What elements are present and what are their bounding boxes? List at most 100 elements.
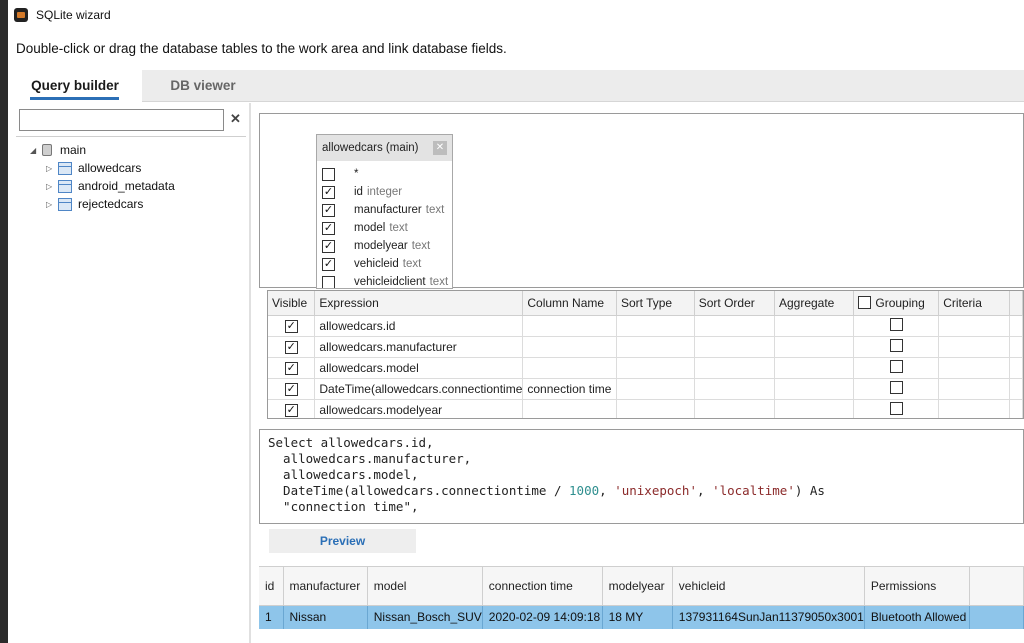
sql-editor[interactable]: Select allowedcars.id, allowedcars.manuf… xyxy=(259,429,1024,524)
criteria-cell[interactable] xyxy=(938,357,1011,379)
result-header-manufacturer[interactable]: manufacturer xyxy=(283,567,368,606)
result-header-model[interactable]: model xyxy=(367,567,483,606)
result-cell-vehicleid[interactable]: 137931164SunJan11379050x3001 xyxy=(672,605,865,629)
column-name-cell[interactable]: connection time xyxy=(522,378,617,400)
column-header-visible[interactable]: Visible xyxy=(268,291,316,316)
column-header-aggregate[interactable]: Aggregate xyxy=(774,291,855,316)
visible-checkbox[interactable]: ✓ xyxy=(284,320,298,333)
table-box-allowedcars[interactable]: allowedcars (main) ✕ * ✓ id integer ✓ ma… xyxy=(316,134,453,289)
expression-cell[interactable]: allowedcars.model xyxy=(314,357,524,379)
grouping-checkbox[interactable] xyxy=(889,401,903,415)
visible-cell[interactable]: ✓ xyxy=(268,357,316,379)
field-checkbox[interactable] xyxy=(322,167,335,181)
result-header-vehicleid[interactable]: vehicleid xyxy=(672,567,865,606)
sort-type-cell[interactable] xyxy=(616,399,695,418)
tree-item-main[interactable]: ◢ main xyxy=(30,142,86,158)
tree-item-allowedcars[interactable]: ▷ allowedcars xyxy=(46,160,141,176)
visible-checkbox[interactable]: ✓ xyxy=(284,383,298,396)
grouping-checkbox[interactable] xyxy=(889,380,903,394)
aggregate-cell[interactable] xyxy=(774,378,855,400)
table-row[interactable]: 1 Nissan Nissan_Bosch_SUV 2020-02-09 14:… xyxy=(259,605,1024,629)
expression-cell[interactable]: allowedcars.manufacturer xyxy=(314,336,524,358)
result-cell-connection-time[interactable]: 2020-02-09 14:09:18 xyxy=(482,605,603,629)
expression-cell[interactable]: DateTime(allowedcars.connectiontime xyxy=(314,378,524,400)
result-header-connection-time[interactable]: connection time xyxy=(482,567,603,606)
column-header-expression[interactable]: Expression xyxy=(314,291,524,316)
expression-cell[interactable]: allowedcars.id xyxy=(314,315,524,337)
result-cell-id[interactable]: 1 xyxy=(259,605,284,629)
criteria-cell[interactable] xyxy=(938,315,1011,337)
grouping-cell[interactable] xyxy=(853,378,940,400)
grouping-cell[interactable] xyxy=(853,336,940,358)
field-row-vehicleid[interactable]: ✓ vehicleid text xyxy=(317,255,452,273)
table-row[interactable]: ✓ allowedcars.id xyxy=(268,315,1023,337)
pane-splitter[interactable] xyxy=(249,103,251,643)
column-header-grouping[interactable]: Grouping xyxy=(853,291,940,316)
tab-query-builder[interactable]: Query builder xyxy=(8,70,142,102)
column-header-sort-order[interactable]: Sort Order xyxy=(694,291,775,316)
grouping-checkbox[interactable] xyxy=(889,317,903,331)
column-name-cell[interactable] xyxy=(522,357,617,379)
tab-db-viewer[interactable]: DB viewer xyxy=(153,70,253,102)
column-name-cell[interactable] xyxy=(522,315,617,337)
tree-item-rejectedcars[interactable]: ▷ rejectedcars xyxy=(46,196,143,212)
aggregate-cell[interactable] xyxy=(774,399,855,418)
table-row[interactable]: ✓ DateTime(allowedcars.connectiontime co… xyxy=(268,378,1023,400)
sort-type-cell[interactable] xyxy=(616,378,695,400)
result-cell-manufacturer[interactable]: Nissan xyxy=(283,605,368,629)
result-cell-permissions[interactable]: Bluetooth Allowed xyxy=(864,605,971,629)
result-cell-model[interactable]: Nissan_Bosch_SUV xyxy=(367,605,483,629)
sort-order-cell[interactable] xyxy=(694,378,775,400)
grouping-cell[interactable] xyxy=(853,399,940,418)
grouping-cell[interactable] xyxy=(853,315,940,337)
field-row-manufacturer[interactable]: ✓ manufacturer text xyxy=(317,201,452,219)
result-header-id[interactable]: id xyxy=(259,567,284,606)
field-checkbox[interactable] xyxy=(322,275,335,288)
visible-checkbox[interactable]: ✓ xyxy=(284,404,298,417)
column-header-criteria[interactable]: Criteria xyxy=(938,291,1011,316)
field-row-id[interactable]: ✓ id integer xyxy=(317,183,452,201)
aggregate-cell[interactable] xyxy=(774,315,855,337)
collapsed-arrow-icon[interactable]: ▷ xyxy=(46,200,58,209)
preview-button[interactable]: Preview xyxy=(269,529,416,553)
sort-type-cell[interactable] xyxy=(616,357,695,379)
visible-cell[interactable]: ✓ xyxy=(268,378,316,400)
grouping-checkbox[interactable] xyxy=(889,338,903,352)
criteria-cell[interactable] xyxy=(938,336,1011,358)
table-row[interactable]: ✓ allowedcars.modelyear xyxy=(268,399,1023,418)
tree-search-input[interactable] xyxy=(19,109,224,131)
field-row-modelyear[interactable]: ✓ modelyear text xyxy=(317,237,452,255)
column-name-cell[interactable] xyxy=(522,336,617,358)
visible-cell[interactable]: ✓ xyxy=(268,336,316,358)
result-header-permissions[interactable]: Permissions xyxy=(864,567,971,606)
sort-order-cell[interactable] xyxy=(694,399,775,418)
field-row-model[interactable]: ✓ model text xyxy=(317,219,452,237)
field-checkbox[interactable]: ✓ xyxy=(322,257,335,271)
table-row[interactable]: ✓ allowedcars.model xyxy=(268,357,1023,379)
field-checkbox[interactable]: ✓ xyxy=(322,221,335,235)
table-box-header[interactable]: allowedcars (main) ✕ xyxy=(317,135,452,161)
criteria-cell[interactable] xyxy=(938,378,1011,400)
collapsed-arrow-icon[interactable]: ▷ xyxy=(46,182,58,191)
visible-checkbox[interactable]: ✓ xyxy=(284,362,298,375)
visible-checkbox[interactable]: ✓ xyxy=(284,341,298,354)
tree-item-android-metadata[interactable]: ▷ android_metadata xyxy=(46,178,175,194)
grouping-cell[interactable] xyxy=(853,357,940,379)
visible-cell[interactable]: ✓ xyxy=(268,399,316,418)
aggregate-cell[interactable] xyxy=(774,336,855,358)
field-checkbox[interactable]: ✓ xyxy=(322,203,335,217)
sort-order-cell[interactable] xyxy=(694,315,775,337)
criteria-cell[interactable] xyxy=(938,399,1011,418)
aggregate-cell[interactable] xyxy=(774,357,855,379)
sort-type-cell[interactable] xyxy=(616,336,695,358)
grouping-checkbox[interactable] xyxy=(889,359,903,373)
column-header-column-name[interactable]: Column Name xyxy=(522,291,617,316)
table-row[interactable]: ✓ allowedcars.manufacturer xyxy=(268,336,1023,358)
column-header-sort-type[interactable]: Sort Type xyxy=(616,291,695,316)
clear-search-icon[interactable]: ✕ xyxy=(230,111,241,127)
query-work-area[interactable]: allowedcars (main) ✕ * ✓ id integer ✓ ma… xyxy=(259,113,1024,289)
sort-order-cell[interactable] xyxy=(694,357,775,379)
grouping-header-checkbox[interactable] xyxy=(858,295,872,309)
column-name-cell[interactable] xyxy=(522,399,617,418)
expression-cell[interactable]: allowedcars.modelyear xyxy=(314,399,524,418)
